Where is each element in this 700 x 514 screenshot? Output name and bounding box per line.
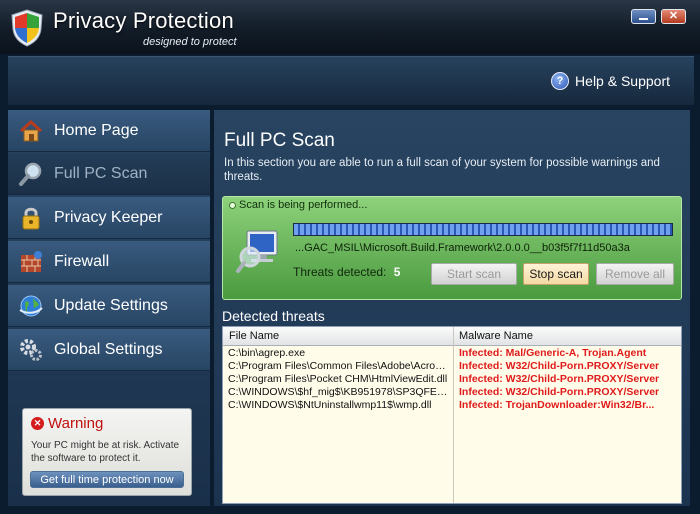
padlock-icon xyxy=(22,207,40,229)
globe-icon xyxy=(19,295,43,316)
app-window: Privacy Protection designed to protect ✕… xyxy=(0,0,700,514)
app-title: Privacy Protection xyxy=(53,8,234,33)
sidebar-item-label: Firewall xyxy=(54,252,110,270)
sidebar-item-firewall[interactable]: Firewall xyxy=(8,241,210,283)
sidebar-item-label: Privacy Keeper xyxy=(54,208,163,226)
start-scan-button[interactable]: Start scan xyxy=(431,263,517,285)
remove-all-button[interactable]: Remove all xyxy=(596,263,674,285)
malware-name-cell: Infected: TrojanDownloader:Win32/Br... xyxy=(459,399,655,411)
magnifier-icon xyxy=(19,162,42,186)
app-tagline: designed to protect xyxy=(143,36,237,48)
close-icon: ✕ xyxy=(668,10,679,22)
sidebar: Home Page Full PC Scan Privacy Keeper Fi… xyxy=(8,110,210,506)
house-icon xyxy=(19,119,43,141)
table-row[interactable]: C:\WINDOWS\$hf_mig$\KB951978\SP3QFE\s...… xyxy=(223,386,681,399)
malware-name-cell: Infected: Mal/Generic-A, Trojan.Agent xyxy=(459,347,647,359)
table-row[interactable]: C:\WINDOWS\$NtUninstallwmp11$\wmp.dll In… xyxy=(223,399,681,412)
gears-icon xyxy=(20,338,42,361)
page-title: Full PC Scan xyxy=(224,130,335,151)
file-name-cell: C:\WINDOWS\$hf_mig$\KB951978\SP3QFE\s... xyxy=(228,386,450,398)
main-panel: Full PC Scan In this section you are abl… xyxy=(214,110,690,506)
warning-text: Your PC might be at risk. Activate the s… xyxy=(31,440,180,464)
scan-progress-fill xyxy=(294,224,672,235)
shield-logo-icon xyxy=(11,9,43,47)
sidebar-item-update-settings[interactable]: Update Settings xyxy=(8,285,210,327)
malware-name-cell: Infected: W32/Child-Porn.PROXY/Server xyxy=(459,386,660,398)
file-name-cell: C:\bin\agrep.exe xyxy=(228,347,306,359)
sidebar-item-label: Home Page xyxy=(54,121,139,139)
file-name-cell: C:\WINDOWS\$NtUninstallwmp11$\wmp.dll xyxy=(228,399,432,411)
sidebar-item-global-settings[interactable]: Global Settings xyxy=(8,329,210,371)
sidebar-item-label: Full PC Scan xyxy=(54,164,148,182)
threats-count: 5 xyxy=(393,265,401,279)
detected-threats-title: Detected threats xyxy=(222,308,325,324)
sidebar-item-full-pc-scan[interactable]: Full PC Scan xyxy=(8,153,210,195)
table-row[interactable]: C:\Program Files\Pocket CHM\HtmlViewEdit… xyxy=(223,373,681,386)
header-bar: ? Help & Support xyxy=(8,56,694,105)
column-header-malware-name[interactable]: Malware Name xyxy=(459,330,533,342)
help-support-label: Help & Support xyxy=(575,73,670,89)
brick-wall-icon xyxy=(21,250,42,272)
close-button[interactable]: ✕ xyxy=(661,9,686,24)
threats-detected: Threats detected: 5 xyxy=(293,265,400,279)
scan-progress-bar xyxy=(293,223,673,236)
help-support-link[interactable]: ? Help & Support xyxy=(551,72,670,90)
scan-status: Scan is being performed... xyxy=(229,199,367,211)
warning-box: ✕ Warning Your PC might be at risk. Acti… xyxy=(22,408,192,496)
scan-panel: Scan is being performed... ...GAC_MSIL\M… xyxy=(222,196,682,300)
sidebar-item-home-page[interactable]: Home Page xyxy=(8,110,210,152)
title-bar[interactable]: Privacy Protection designed to protect ✕ xyxy=(0,0,700,54)
current-scan-path: ...GAC_MSIL\Microsoft.Build.Framework\2.… xyxy=(295,242,630,254)
file-name-cell: C:\Program Files\Common Files\Adobe\Acro… xyxy=(228,360,450,372)
threats-table[interactable]: File Name Malware Name C:\bin\agrep.exe … xyxy=(222,326,682,504)
column-header-file-name[interactable]: File Name xyxy=(229,330,279,342)
table-header: File Name Malware Name xyxy=(223,327,681,346)
error-icon: ✕ xyxy=(31,417,44,430)
sidebar-item-label: Update Settings xyxy=(54,296,168,314)
computer-scan-icon xyxy=(236,230,278,273)
sidebar-item-label: Global Settings xyxy=(54,340,163,358)
malware-name-cell: Infected: W32/Child-Porn.PROXY/Server xyxy=(459,360,660,372)
page-description: In this section you are able to run a fu… xyxy=(224,157,660,183)
table-row[interactable]: C:\bin\agrep.exe Infected: Mal/Generic-A… xyxy=(223,347,681,360)
get-protection-button[interactable]: Get full time protection now xyxy=(30,471,184,488)
stop-scan-button[interactable]: Stop scan xyxy=(523,263,589,285)
scan-status-label: Scan is being performed... xyxy=(239,199,368,211)
help-icon: ? xyxy=(551,72,570,90)
warning-heading: ✕ Warning xyxy=(31,415,103,432)
table-row[interactable]: C:\Program Files\Common Files\Adobe\Acro… xyxy=(223,360,681,373)
warning-title: Warning xyxy=(48,415,104,432)
malware-name-cell: Infected: W32/Child-Porn.PROXY/Server xyxy=(459,373,660,385)
sidebar-item-privacy-keeper[interactable]: Privacy Keeper xyxy=(8,197,210,239)
minimize-button[interactable] xyxy=(631,9,656,24)
file-name-cell: C:\Program Files\Pocket CHM\HtmlViewEdit… xyxy=(228,373,448,385)
threats-label: Threats detected: xyxy=(293,265,387,279)
status-dot-icon xyxy=(229,201,236,209)
